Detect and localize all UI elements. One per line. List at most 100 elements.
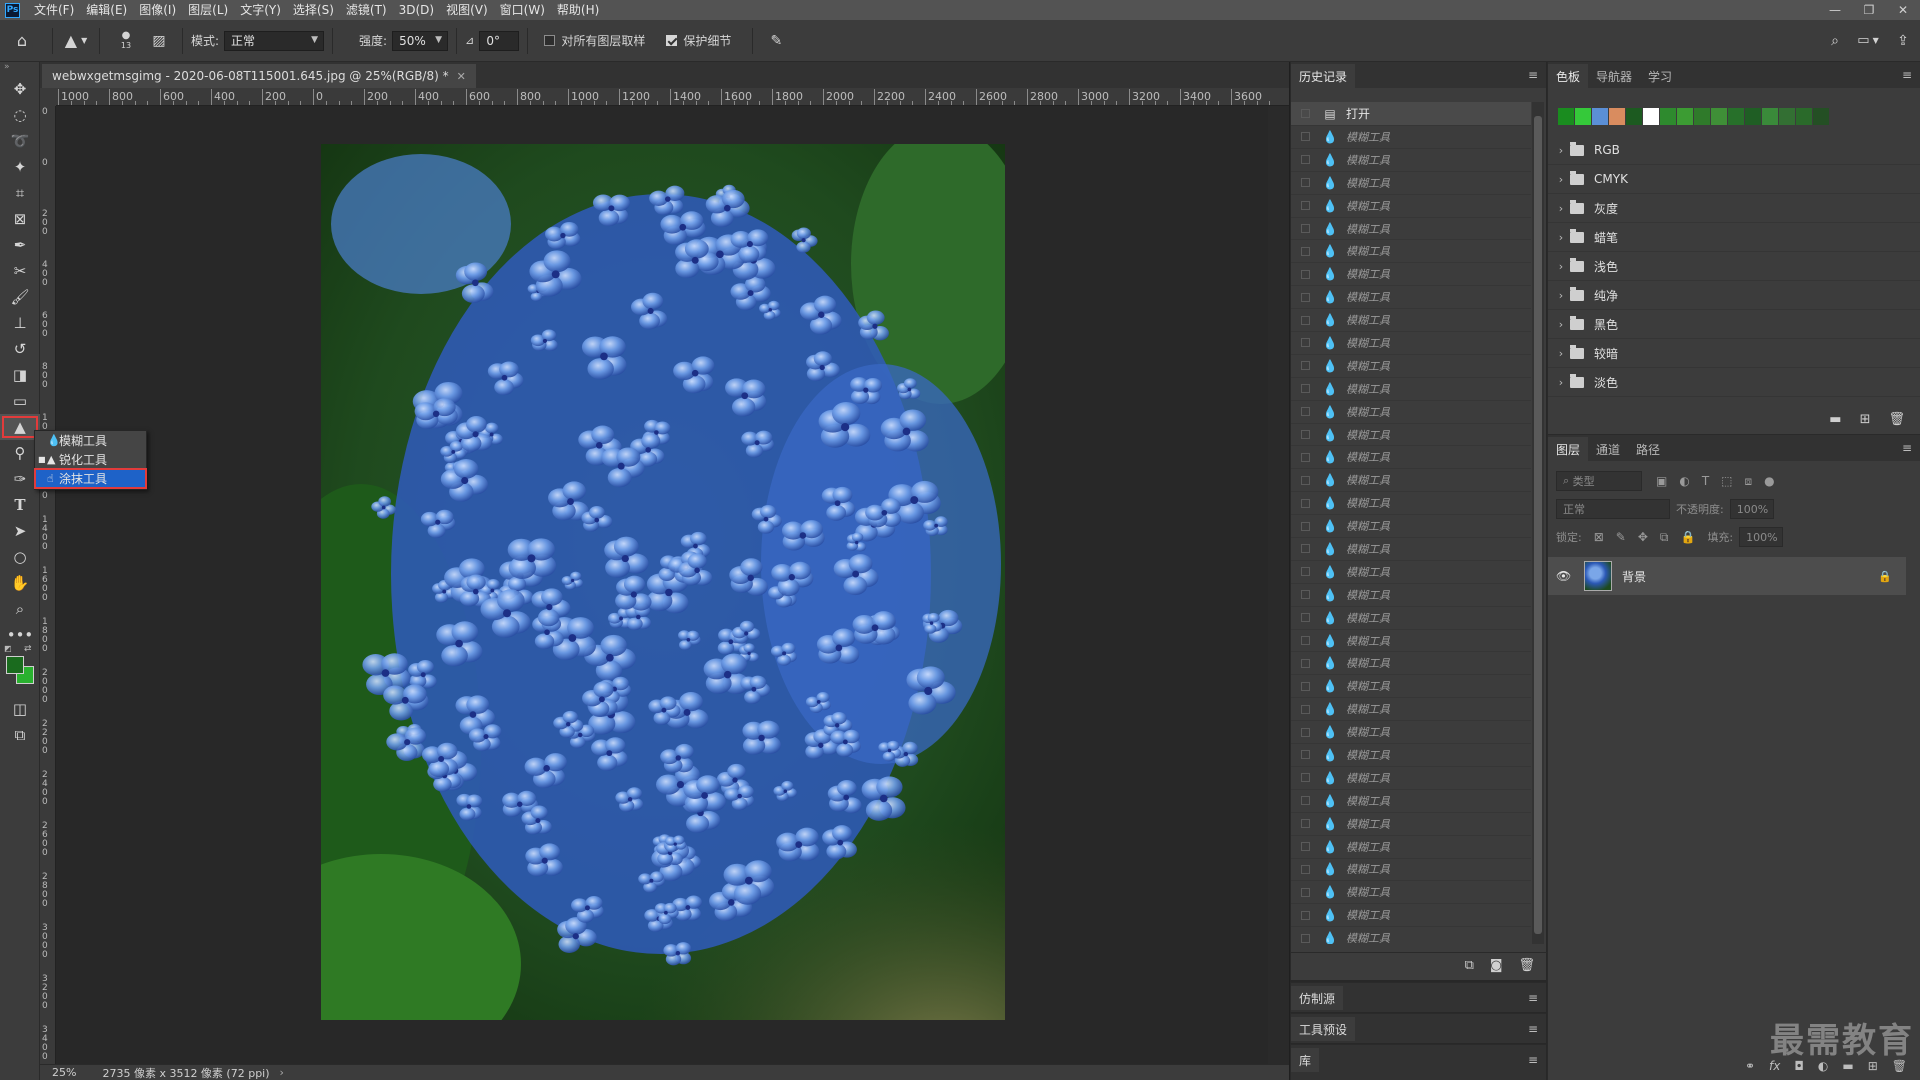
source-checkbox[interactable] [1301,109,1310,118]
close-icon[interactable]: ✕ [457,70,466,83]
eye-icon[interactable]: 👁 [1556,569,1578,583]
angle-input[interactable]: 0° [479,30,520,51]
history-step[interactable]: 💧 模糊工具 [1291,584,1531,607]
document-tab[interactable]: webwxgetmsgimg - 2020-06-08T115001.645.j… [42,64,476,88]
history-step[interactable]: 💧 模糊工具 [1291,515,1531,539]
source-checkbox[interactable] [1301,155,1310,165]
history-step[interactable]: 💧 模糊工具 [1291,813,1531,836]
source-checkbox[interactable] [1301,704,1310,714]
lock-position-icon[interactable]: ✥ [1638,530,1648,544]
history-step[interactable]: 💧 模糊工具 [1291,538,1531,561]
close-window-button[interactable]: ✕ [1886,0,1920,20]
source-checkbox[interactable] [1301,567,1310,577]
source-checkbox[interactable] [1301,201,1310,211]
pixel-filter-icon[interactable]: ▣ [1656,474,1667,488]
tab-clone-source[interactable]: 仿制源 [1291,986,1344,1010]
swatch-color[interactable] [1592,108,1609,125]
gradient-tool-icon[interactable]: ▭ [0,388,40,414]
link-icon[interactable]: ⚭ [1745,1059,1755,1073]
history-step[interactable]: 💧 模糊工具 [1291,401,1531,424]
source-checkbox[interactable] [1301,796,1310,806]
source-checkbox[interactable] [1301,819,1310,829]
menu-item-6[interactable]: 滤镜(T) [340,0,393,20]
tab-swatches[interactable]: 色板 [1548,64,1589,88]
protect-detail-checkbox[interactable]: 保护细节 [666,32,736,49]
source-checkbox[interactable] [1301,681,1310,691]
history-step[interactable]: 💧 模糊工具 [1291,218,1531,241]
restore-button[interactable]: ❐ [1852,0,1886,20]
healing-brush-tool-icon[interactable]: ✂ [0,258,40,284]
history-step[interactable]: 💧 模糊工具 [1291,652,1531,676]
chevron-right-icon[interactable]: › [1552,376,1570,389]
share-icon[interactable]: ⇪ [1886,20,1920,62]
new-swatch-icon[interactable]: ⊞ [1860,412,1871,427]
history-step[interactable]: 💧 模糊工具 [1291,767,1531,790]
swatch-color[interactable] [1796,108,1813,125]
eyedropper-tool-icon[interactable]: ✒ [0,232,40,258]
eraser-tool-icon[interactable]: ◨ [0,362,40,388]
history-step[interactable]: 💧 模糊工具 [1291,469,1531,493]
menu-item-10[interactable]: 帮助(H) [551,0,605,20]
source-checkbox[interactable] [1301,750,1310,760]
home-icon[interactable]: ⌂ [0,20,44,62]
menu-item-0[interactable]: 文件(F) [28,0,80,20]
history-step[interactable]: 💧 模糊工具 [1291,149,1531,172]
panel-menu-icon[interactable]: ≡ [1528,1022,1538,1036]
menu-item-4[interactable]: 文字(Y) [234,0,287,20]
history-step[interactable]: 💧 模糊工具 [1291,927,1531,944]
swatch-color[interactable] [1745,108,1762,125]
history-step[interactable]: 💧 模糊工具 [1291,721,1531,745]
swatch-group[interactable]: › 纯净 [1548,281,1920,310]
menu-item-1[interactable]: 编辑(E) [80,0,133,20]
swatch-group[interactable]: › 蜡笔 [1548,223,1920,252]
sample-all-layers-checkbox[interactable]: 对所有图层取样 [544,32,650,49]
mode-select[interactable]: 正常 ▼ [224,30,325,51]
ellipse-tool-icon[interactable]: ○ [0,544,40,570]
source-checkbox[interactable] [1301,315,1310,325]
source-checkbox[interactable] [1301,132,1310,142]
source-checkbox[interactable] [1301,636,1310,646]
source-checkbox[interactable] [1301,361,1310,371]
chevron-right-icon[interactable]: › [1552,202,1570,215]
tab-navigator[interactable]: 导航器 [1588,64,1640,88]
search-icon[interactable]: ⌕ [1820,20,1850,62]
swatch-color[interactable] [1694,108,1711,125]
brush-preset-picker[interactable]: ● 13 [108,20,144,62]
filter-toggle-icon[interactable]: ● [1764,474,1774,488]
tool-preset-picker[interactable]: ▲ ▼ [61,20,91,62]
new-document-from-state-icon[interactable]: ⧉ [1465,958,1474,973]
panel-menu-icon[interactable]: ≡ [1528,68,1538,82]
history-step[interactable]: 💧 模糊工具 [1291,309,1531,333]
chevron-right-icon[interactable]: › [1552,289,1570,302]
lock-icon[interactable]: 🔒 [1878,570,1892,583]
history-step[interactable]: 💧 模糊工具 [1291,286,1531,310]
swatch-color[interactable] [1626,108,1643,125]
hydrangea-photo[interactable] [321,144,1005,1020]
trash-icon[interactable]: 🗑 [1518,958,1535,973]
zoom-level[interactable]: 25% [52,1066,76,1079]
zoom-tool-icon[interactable]: ⌕ [0,596,40,622]
swatch-color[interactable] [1728,108,1745,125]
menu-item-9[interactable]: 窗口(W) [494,0,551,20]
source-checkbox[interactable] [1301,727,1310,737]
adjustment-filter-icon[interactable]: ◐ [1679,474,1689,488]
path-selection-tool-icon[interactable]: ➤ [0,518,40,544]
history-step[interactable]: 💧 模糊工具 [1291,126,1531,149]
history-step[interactable]: 💧 模糊工具 [1291,195,1531,218]
swatch-color[interactable] [1779,108,1796,125]
history-step[interactable]: 💧 模糊工具 [1291,355,1531,378]
swatch-color[interactable] [1660,108,1677,125]
history-step[interactable]: 💧 模糊工具 [1291,424,1531,447]
menu-item-7[interactable]: 3D(D) [393,0,440,20]
source-checkbox[interactable] [1301,384,1310,394]
menu-item-5[interactable]: 选择(S) [287,0,340,20]
history-step[interactable]: 💧 模糊工具 [1291,378,1531,401]
history-snapshot-open[interactable]: ▤ 打开 [1291,102,1531,126]
history-step[interactable]: 💧 模糊工具 [1291,790,1531,813]
panel-menu-icon[interactable]: ≡ [1528,1053,1538,1067]
brush-tool-icon[interactable]: 🖌 [0,284,40,310]
source-checkbox[interactable] [1301,887,1310,897]
source-checkbox[interactable] [1301,475,1310,485]
type-tool-icon[interactable]: T [0,492,40,518]
trash-icon[interactable]: 🗑 [1888,412,1905,427]
